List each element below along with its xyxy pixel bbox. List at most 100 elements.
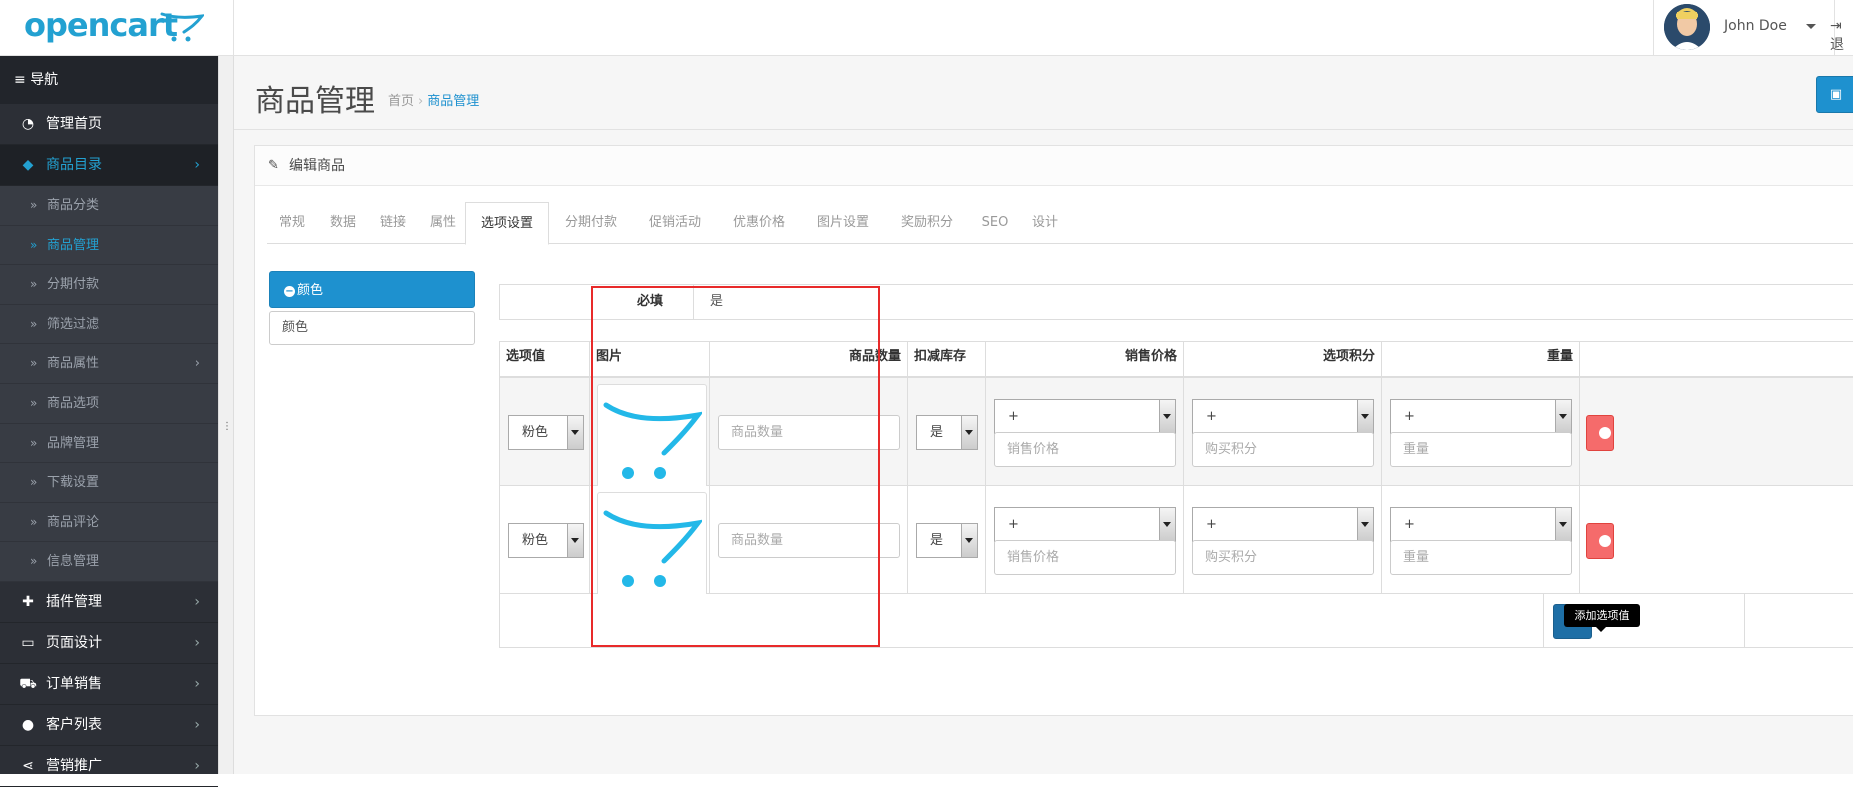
remove-circle-icon[interactable]: − xyxy=(284,286,295,297)
cell-weight: + 重量 xyxy=(1382,486,1580,593)
save-button[interactable]: ▣ xyxy=(1816,76,1853,113)
sidebar-toggle-handle[interactable]: ⋮ xyxy=(218,56,234,774)
tags-icon: ◆ xyxy=(22,157,34,173)
tab-attribute[interactable]: 属性 xyxy=(419,202,467,244)
sidebar-item-design[interactable]: ▭ 页面设计 › xyxy=(0,623,218,664)
dropdown-arrow-icon xyxy=(961,524,977,557)
remove-option-value-button[interactable] xyxy=(1586,523,1614,559)
chevron-right-icon: › xyxy=(194,675,200,692)
avatar xyxy=(1664,4,1710,50)
sidebar: ≡ 导航 ◔ 管理首页 ◆ 商品目录 › » 商品分类 » 商品管理 » 分期付款 »… xyxy=(0,56,218,787)
tab-seo[interactable]: SEO xyxy=(971,202,1019,244)
logout-label: 退 xyxy=(1830,37,1844,53)
opencart-logo[interactable]: opencart xyxy=(0,0,234,56)
sidebar-subitem-label: 筛选过滤 xyxy=(47,316,100,332)
weight-prefix-select[interactable]: + xyxy=(1390,399,1572,434)
points-input[interactable]: 购买积分 xyxy=(1192,540,1374,575)
dropdown-arrow-icon xyxy=(1555,508,1571,541)
sidebar-item-label: 插件管理 xyxy=(46,593,102,610)
sidebar-item-dashboard[interactable]: ◔ 管理首页 xyxy=(0,104,218,145)
dropdown-arrow-icon xyxy=(961,416,977,449)
option-value-select[interactable]: 粉色 xyxy=(508,415,584,450)
subtract-select[interactable]: 是 xyxy=(916,523,978,558)
option-value-select[interactable]: 粉色 xyxy=(508,523,584,558)
sidebar-subitem-label: 商品选项 xyxy=(47,395,100,411)
sidebar-subitem-filter[interactable]: » 筛选过滤 xyxy=(0,304,218,345)
tab-option[interactable]: 选项设置 xyxy=(465,202,549,245)
price-input[interactable]: 销售价格 xyxy=(994,432,1176,467)
tab-special[interactable]: 促销活动 xyxy=(635,202,715,244)
sidebar-subitem-manufacturer[interactable]: » 品牌管理 xyxy=(0,423,218,464)
user-name: John Doe xyxy=(1724,18,1787,34)
tab-reward[interactable]: 奖励积分 xyxy=(887,202,967,244)
col-header-weight: 重量 xyxy=(1382,342,1580,376)
select-value: + xyxy=(1404,517,1415,532)
option-list-item-active[interactable]: − 颜色 xyxy=(269,271,475,308)
sidebar-subitem-label: 商品评论 xyxy=(47,514,100,530)
tab-data[interactable]: 数据 xyxy=(319,202,367,244)
breadcrumb-home-link[interactable]: 首页 xyxy=(388,94,414,109)
tab-image[interactable]: 图片设置 xyxy=(803,202,883,244)
sidebar-item-customers[interactable]: ● 客户列表 › xyxy=(0,705,218,746)
sidebar-subitem-download[interactable]: » 下载设置 xyxy=(0,463,218,503)
price-input[interactable]: 销售价格 xyxy=(994,540,1176,575)
tab-general[interactable]: 常规 xyxy=(267,202,317,244)
weight-prefix-select[interactable]: + xyxy=(1390,507,1572,542)
cell-subtract: 是 xyxy=(908,486,986,593)
points-prefix-select[interactable]: + xyxy=(1192,399,1374,434)
sidebar-subitem-category[interactable]: » 商品分类 xyxy=(0,186,218,226)
sidebar-subitem-product[interactable]: » 商品管理 xyxy=(0,225,218,266)
menu-bars-icon: ≡ xyxy=(14,72,26,88)
user-menu[interactable]: John Doe xyxy=(1653,0,1853,56)
points-prefix-select[interactable]: + xyxy=(1192,507,1374,542)
select-value: + xyxy=(1404,409,1415,424)
remove-option-value-button[interactable] xyxy=(1586,415,1614,451)
sidebar-item-marketing[interactable]: ⋖ 营销推广 › xyxy=(0,746,218,787)
logout-link[interactable]: ⇥ 退 xyxy=(1830,18,1853,54)
price-prefix-select[interactable]: + xyxy=(994,399,1176,434)
product-tabs: 常规 数据 链接 属性 选项设置 分期付款 促销活动 优惠价格 图片设置 奖励积… xyxy=(267,202,1853,245)
add-option-value-tooltip: 添加选项值 xyxy=(1564,604,1640,632)
option-name: 颜色 xyxy=(297,283,324,298)
price-prefix-select[interactable]: + xyxy=(994,507,1176,542)
sidebar-subitem-option[interactable]: » 商品选项 xyxy=(0,383,218,424)
sidebar-item-sales[interactable]: ⛟ 订单销售 › xyxy=(0,664,218,705)
tab-recurring[interactable]: 分期付款 xyxy=(551,202,631,244)
sidebar-item-catalog[interactable]: ◆ 商品目录 › xyxy=(0,145,218,186)
double-chevron-icon: » xyxy=(30,435,38,450)
sidebar-item-extensions[interactable]: ✚ 插件管理 › xyxy=(0,582,218,623)
points-input[interactable]: 购买积分 xyxy=(1192,432,1374,467)
main-content: 商品管理 首页 › 商品管理 ▣ ✎ 编辑商品 常规 数据 链接 属性 选项设置 分… xyxy=(234,56,1853,774)
tab-links[interactable]: 链接 xyxy=(369,202,417,244)
sidebar-subitem-attribute[interactable]: » 商品属性 › xyxy=(0,344,218,384)
sidebar-subitem-label: 商品分类 xyxy=(47,198,100,213)
sidebar-item-label: 客户列表 xyxy=(46,716,102,733)
tab-discount[interactable]: 优惠价格 xyxy=(719,202,799,244)
top-header: opencart John Doe ⇥ 退 xyxy=(0,0,1853,56)
breadcrumb-separator: › xyxy=(418,94,424,109)
select-value: + xyxy=(1206,409,1217,424)
breadcrumb-current-link[interactable]: 商品管理 xyxy=(427,94,479,109)
double-chevron-icon: » xyxy=(30,356,38,371)
page-header: 商品管理 首页 › 商品管理 ▣ xyxy=(234,56,1853,130)
weight-input[interactable]: 重量 xyxy=(1390,540,1572,575)
sidebar-item-label: 商品目录 xyxy=(46,157,102,173)
double-chevron-icon: » xyxy=(30,237,38,252)
sidebar-subitem-label: 商品管理 xyxy=(47,237,100,253)
panel-heading-label: 编辑商品 xyxy=(289,158,345,174)
weight-input[interactable]: 重量 xyxy=(1390,432,1572,467)
option-name-input[interactable]: 颜色 xyxy=(269,311,475,345)
tab-design[interactable]: 设计 xyxy=(1021,202,1069,244)
subtract-select[interactable]: 是 xyxy=(916,415,978,450)
page-title: 商品管理 xyxy=(255,84,375,119)
select-value: + xyxy=(1206,517,1217,532)
sidebar-subitem-recurring[interactable]: » 分期付款 xyxy=(0,265,218,305)
save-icon: ▣ xyxy=(1829,87,1843,102)
sidebar-subitem-information[interactable]: » 信息管理 xyxy=(0,542,218,582)
caret-down-icon xyxy=(1806,24,1816,29)
sidebar-subitem-label: 分期付款 xyxy=(47,277,100,293)
sidebar-subitem-review[interactable]: » 商品评论 xyxy=(0,502,218,543)
dropdown-arrow-icon xyxy=(1357,400,1373,433)
chevron-right-icon: › xyxy=(194,757,200,774)
double-chevron-icon: » xyxy=(30,475,38,490)
